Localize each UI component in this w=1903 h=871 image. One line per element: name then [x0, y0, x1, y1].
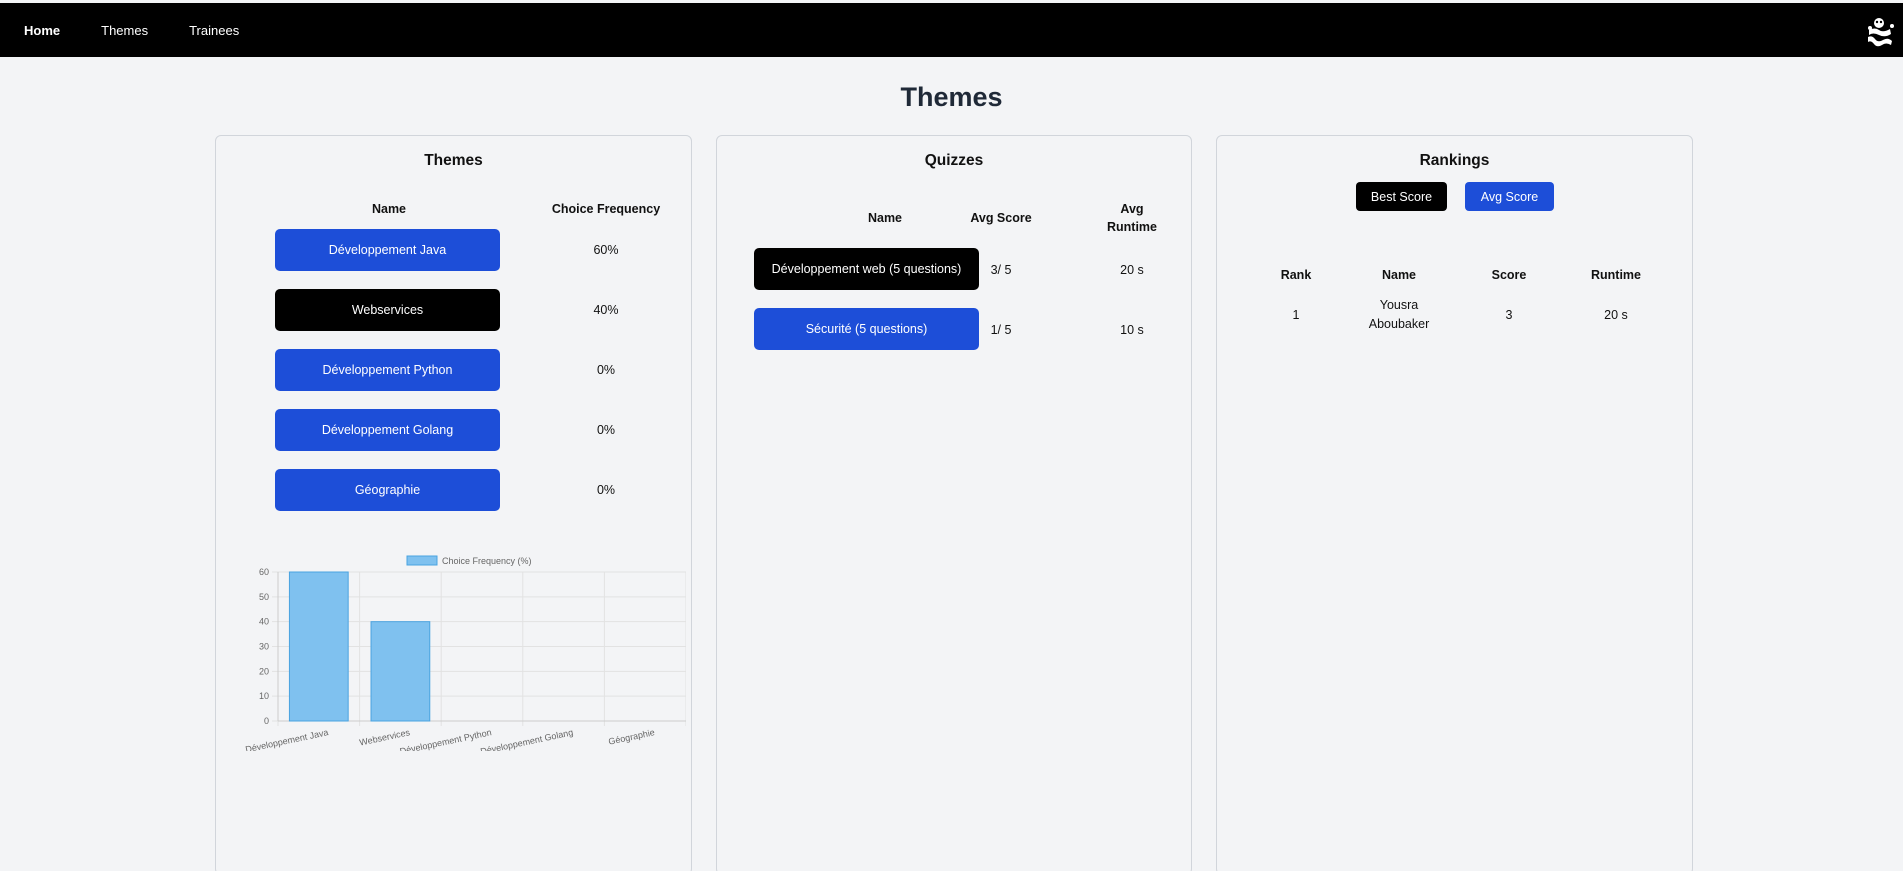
quiz-avg-score: 1/ 5: [990, 323, 1012, 337]
theme-button-selected[interactable]: Webservices: [275, 289, 500, 331]
theme-frequency: 0%: [596, 423, 616, 437]
theme-button[interactable]: Développement Java: [275, 229, 500, 271]
ranking-runtime: 20 s: [1604, 308, 1628, 322]
ranking-name-last: Aboubaker: [1368, 317, 1430, 331]
quiz-avg-score: 3/ 5: [990, 263, 1012, 277]
y-tick-label: 50: [259, 592, 269, 602]
y-tick-label: 0: [264, 716, 269, 726]
bar: [370, 621, 431, 722]
legend-swatch: [406, 555, 438, 566]
nav-trainees-link[interactable]: Trainees: [189, 23, 239, 38]
quiz-button[interactable]: Sécurité (5 questions): [754, 308, 979, 350]
themes-col-frequency: Choice Frequency: [551, 202, 661, 216]
avg-score-button[interactable]: Avg Score: [1465, 182, 1554, 211]
rankings-col-score: Score: [1491, 268, 1527, 282]
theme-frequency: 0%: [596, 363, 616, 377]
y-tick-label: 30: [259, 642, 269, 652]
ranking-score: 3: [1505, 308, 1513, 322]
y-tick-label: 60: [259, 567, 269, 577]
y-tick-label: 40: [259, 617, 269, 627]
ranking-rank: 1: [1292, 308, 1300, 322]
rankings-col-name: Name: [1381, 268, 1417, 282]
theme-frequency-chart: Choice Frequency (%) 0 10 20 30 40 50 60 Dévelop…: [244, 555, 686, 751]
quizzes-col-avg-score: Avg Score: [970, 211, 1032, 225]
x-tick-label: Géographie: [608, 727, 656, 747]
quizzes-card: Quizzes Name Avg Score Avg Runtime Dével…: [716, 135, 1192, 871]
theme-button[interactable]: Géographie: [275, 469, 500, 511]
x-tick-label: Développement Golang: [479, 727, 574, 751]
legend-label: Choice Frequency (%): [442, 556, 532, 566]
app-logo-icon[interactable]: [1863, 15, 1897, 49]
nav-themes-link[interactable]: Themes: [101, 23, 148, 38]
themes-col-name: Name: [371, 202, 407, 216]
rankings-col-runtime: Runtime: [1591, 268, 1641, 282]
x-tick-label: Développement Python: [399, 727, 493, 751]
theme-frequency: 40%: [593, 303, 619, 317]
rankings-card-title: Rankings: [1419, 152, 1490, 169]
ranking-name-first: Yousra: [1379, 298, 1419, 312]
themes-card-title: Themes: [424, 152, 483, 169]
y-tick-label: 20: [259, 666, 269, 676]
theme-frequency: 60%: [593, 243, 619, 257]
quizzes-col-avg-runtime-line1: Avg: [1120, 202, 1144, 216]
page-title: Themes: [900, 82, 1003, 112]
best-score-button[interactable]: Best Score: [1356, 182, 1447, 211]
theme-button[interactable]: Développement Python: [275, 349, 500, 391]
rankings-col-rank: Rank: [1280, 268, 1312, 282]
bar: [288, 571, 349, 722]
rankings-card: Rankings Best Score Avg Score Rank Name …: [1216, 135, 1693, 871]
navbar: Home Themes Trainees: [0, 3, 1903, 57]
quiz-avg-runtime: 10 s: [1120, 323, 1144, 337]
quizzes-col-avg-runtime-line2: Runtime: [1107, 220, 1157, 234]
quiz-button-selected[interactable]: Développement web (5 questions): [754, 248, 979, 290]
quizzes-col-name: Name: [867, 211, 903, 225]
x-tick-label: Développement Java: [244, 727, 329, 751]
x-tick-label: Webservices: [358, 727, 411, 748]
themes-card: Themes Name Choice Frequency Développeme…: [215, 135, 692, 871]
theme-button[interactable]: Développement Golang: [275, 409, 500, 451]
nav-home-link[interactable]: Home: [24, 23, 60, 38]
quizzes-card-title: Quizzes: [924, 152, 984, 169]
y-tick-label: 10: [259, 691, 269, 701]
quiz-avg-runtime: 20 s: [1120, 263, 1144, 277]
theme-frequency: 0%: [596, 483, 616, 497]
